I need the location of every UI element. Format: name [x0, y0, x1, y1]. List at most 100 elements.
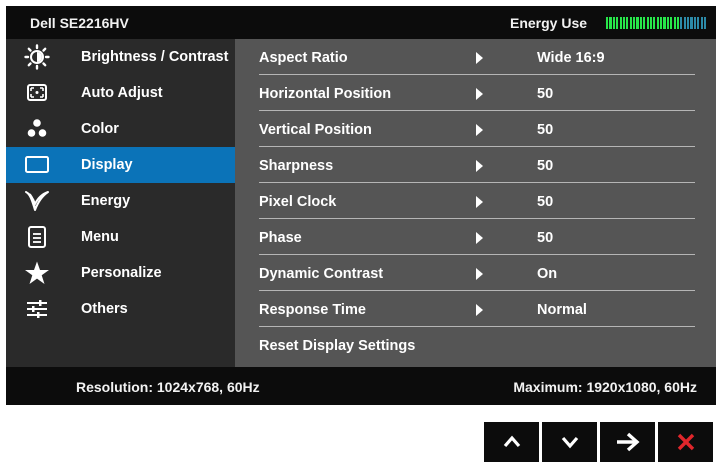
setting-vertical-position[interactable]: Vertical Position 50 [235, 111, 716, 147]
auto-adjust-icon [24, 80, 50, 106]
sidebar-item-label: Display [81, 157, 133, 173]
energy-meter-segment [693, 17, 696, 29]
display-settings-panel: Aspect Ratio Wide 16:9 Horizontal Positi… [235, 39, 716, 367]
energy-meter-segment [683, 17, 686, 29]
osd-footer: Resolution: 1024x768, 60Hz Maximum: 1920… [6, 367, 716, 405]
reset-display-settings[interactable]: Reset Display Settings [235, 327, 716, 363]
setting-pixel-clock[interactable]: Pixel Clock 50 [235, 183, 716, 219]
up-chevron-icon [503, 435, 520, 448]
close-x-icon [677, 433, 694, 451]
setting-value: Normal [537, 302, 587, 318]
brightness-icon [24, 44, 50, 70]
submenu-arrow-icon [476, 88, 483, 100]
submenu-arrow-icon [476, 196, 483, 208]
sidebar-item-personalize[interactable]: Personalize [6, 255, 235, 291]
up-button[interactable] [484, 422, 539, 462]
sidebar-item-others[interactable]: Others [6, 291, 235, 327]
exit-button[interactable] [658, 422, 713, 462]
right-arrow-icon [616, 432, 640, 452]
energy-meter-segment [670, 17, 673, 29]
menu-icon [24, 224, 50, 250]
current-resolution: Resolution: 1024x768, 60Hz [76, 379, 260, 395]
energy-meter-segment [700, 17, 703, 29]
sidebar-item-display[interactable]: Display [6, 147, 235, 183]
setting-horizontal-position[interactable]: Horizontal Position 50 [235, 75, 716, 111]
energy-meter-segment [676, 17, 680, 29]
energy-meter-segment [636, 17, 639, 29]
sidebar-item-brightness-contrast[interactable]: Brightness / Contrast [6, 39, 235, 75]
energy-meter-segment [653, 17, 656, 29]
energy-meter-segment [612, 17, 615, 29]
energy-meter-segment [626, 17, 629, 29]
color-dots-icon [24, 116, 50, 142]
energy-meter-segment [622, 17, 626, 29]
sidebar-item-label: Auto Adjust [81, 85, 163, 101]
energy-meter-segment [606, 17, 609, 29]
star-icon [24, 260, 50, 286]
setting-value: 50 [537, 86, 554, 102]
energy-meter-segment [687, 17, 690, 29]
setting-label: Response Time [259, 302, 366, 318]
submenu-arrow-icon [476, 124, 483, 136]
sidebar-item-label: Brightness / Contrast [81, 49, 229, 65]
setting-label: Sharpness [259, 158, 334, 174]
sidebar-item-label: Color [81, 121, 119, 137]
setting-phase[interactable]: Phase 50 [235, 219, 716, 255]
setting-label: Pixel Clock [259, 194, 337, 210]
monitor-model: Dell SE2216HV [30, 15, 129, 31]
energy-meter-segment [690, 17, 693, 29]
sidebar-item-label: Personalize [81, 265, 162, 281]
submenu-arrow-icon [476, 268, 483, 280]
energy-meter-segment [609, 17, 612, 29]
setting-label: Phase [259, 230, 302, 246]
submenu-arrow-icon [476, 160, 483, 172]
energy-use-label: Energy Use [510, 15, 588, 31]
setting-dynamic-contrast[interactable]: Dynamic Contrast On [235, 255, 716, 291]
setting-response-time[interactable]: Response Time Normal [235, 291, 716, 327]
energy-meter-segment [673, 17, 676, 29]
sidebar-item-auto-adjust[interactable]: Auto Adjust [6, 75, 235, 111]
sidebar-item-label: Menu [81, 229, 119, 245]
energy-meter-segment [703, 17, 707, 29]
energy-meter-segment [629, 17, 632, 29]
energy-meter-segment [656, 17, 659, 29]
reset-label: Reset Display Settings [259, 338, 416, 354]
down-button[interactable] [542, 422, 597, 462]
sidebar-item-label: Energy [81, 193, 131, 209]
submenu-arrow-icon [476, 52, 483, 64]
setting-value: On [537, 266, 558, 282]
setting-aspect-ratio[interactable]: Aspect Ratio Wide 16:9 [235, 39, 716, 75]
sliders-icon [24, 296, 50, 322]
setting-value: Wide 16:9 [537, 50, 605, 66]
energy-meter-segment [616, 17, 619, 29]
energy-leaf-icon [24, 188, 50, 214]
enter-button[interactable] [600, 422, 655, 462]
energy-meter-segment [646, 17, 649, 29]
submenu-arrow-icon [476, 304, 483, 316]
energy-meter-segment [649, 17, 653, 29]
energy-meter-segment [666, 17, 669, 29]
display-icon [24, 152, 50, 178]
energy-use-meter [606, 17, 707, 29]
energy-meter-segment [619, 17, 622, 29]
setting-label: Horizontal Position [259, 86, 392, 102]
energy-meter-segment [663, 17, 666, 29]
energy-meter-segment [639, 17, 642, 29]
setting-sharpness[interactable]: Sharpness 50 [235, 147, 716, 183]
monitor-osd: Dell SE2216HV Energy Use Brightness / Co… [6, 6, 716, 405]
energy-meter-segment [680, 17, 683, 29]
sidebar-item-menu[interactable]: Menu [6, 219, 235, 255]
setting-value: 50 [537, 230, 554, 246]
maximum-resolution: Maximum: 1920x1080, 60Hz [513, 379, 697, 395]
setting-value: 50 [537, 122, 554, 138]
setting-label: Aspect Ratio [259, 50, 348, 66]
sidebar-item-color[interactable]: Color [6, 111, 235, 147]
sidebar-item-energy[interactable]: Energy [6, 183, 235, 219]
down-chevron-icon [561, 436, 578, 449]
osd-button-bar [484, 422, 713, 462]
sidebar-item-label: Others [81, 301, 128, 317]
energy-meter-segment [660, 17, 663, 29]
energy-meter-segment [697, 17, 700, 29]
osd-title-bar: Dell SE2216HV Energy Use [6, 6, 716, 39]
setting-label: Dynamic Contrast [259, 266, 384, 282]
